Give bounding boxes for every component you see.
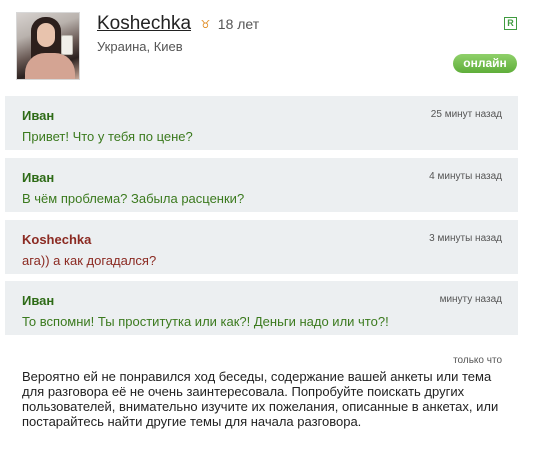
message-time: 4 минуты назад [429,171,502,182]
message-text: В чём проблема? Забыла расценки? [22,191,245,206]
system-message-time: только что [453,355,502,366]
message-author[interactable]: Иван [22,170,54,185]
name-line: Koshechka ♉ 18 лет [97,13,259,35]
chat-message: Иван минуту назад То вспомни! Ты простит… [5,281,518,335]
avatar-phone [61,35,73,55]
avatar-body [25,53,75,79]
message-author[interactable]: Иван [22,293,54,308]
online-status-badge: онлайн [453,54,517,73]
zodiac-icon: ♉ [200,18,211,31]
message-time: 25 минут назад [430,109,502,120]
chat-message: Иван 25 минут назад Привет! Что у тебя п… [5,96,518,150]
username-link[interactable]: Koshechka [97,13,191,34]
message-text: Привет! Что у тебя по цене? [22,129,193,144]
avatar[interactable] [16,12,80,80]
message-text: То вспомни! Ты проститутка или как?! Ден… [22,314,389,329]
message-time: минуту назад [439,294,502,305]
message-author[interactable]: Иван [22,108,54,123]
r-badge: R [504,17,517,30]
age-label: 18 лет [217,16,260,32]
message-time: 3 минуты назад [429,233,502,244]
system-message: только что Вероятно ей не понравился ход… [5,345,518,437]
system-message-text: Вероятно ей не понравился ход беседы, со… [22,369,499,429]
avatar-face [37,23,55,47]
message-author[interactable]: Koshechka [22,232,91,247]
profile-header: Koshechka ♉ 18 лет Украина, Киев R онлай… [0,0,544,88]
location-label: Украина, Киев [97,39,183,54]
message-text: ага)) а как догадался? [22,253,157,268]
chat-message: Koshechka 3 минуты назад ага)) а как дог… [5,220,518,274]
chat-message: Иван 4 минуты назад В чём проблема? Забы… [5,158,518,212]
